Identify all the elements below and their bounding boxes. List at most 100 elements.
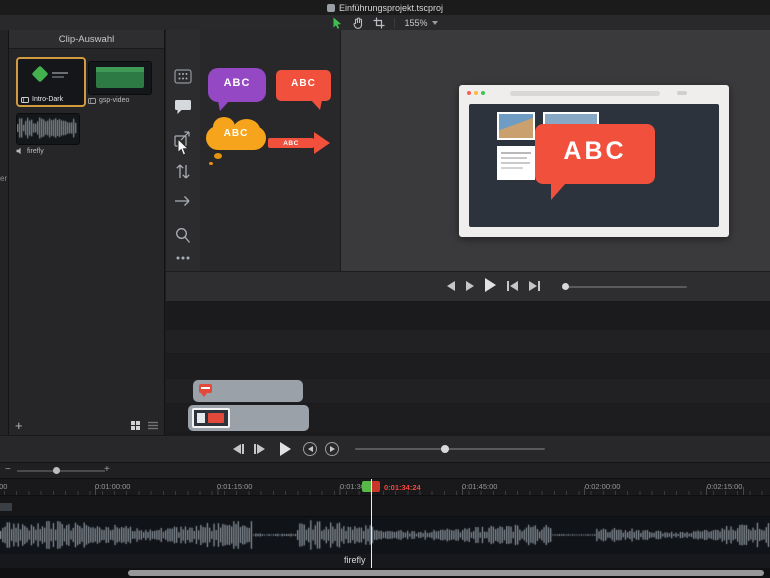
add-media-button[interactable]: + (15, 419, 23, 432)
preview-bubble-text: ABC (563, 137, 627, 165)
crop-tool-button[interactable] (373, 17, 385, 29)
media-panel-header[interactable]: Clip-Auswahl (9, 30, 164, 49)
playhead-line[interactable] (371, 479, 372, 568)
playhead-out-handle[interactable] (371, 481, 380, 492)
tool-media[interactable] (174, 69, 192, 84)
preview-page: ABC (469, 104, 719, 227)
triangle-glyph (257, 444, 265, 454)
media-item-gsp-video[interactable]: gsp-video (88, 61, 152, 104)
firefly-waveform-thumb (17, 114, 77, 142)
media-item-firefly[interactable]: firefly (16, 113, 80, 155)
media-panel: Clip-Auswahl Intro-Dark gsp-video firefl… (9, 30, 165, 435)
callout-red-speech-bubble[interactable]: ABC (276, 70, 331, 110)
zoom-out-button[interactable]: − (5, 464, 11, 475)
clip-callout-icon-tail (201, 393, 207, 400)
timeline-tracks-upper[interactable] (166, 301, 770, 435)
window-title: Einführungsprojekt.tscproj (338, 2, 444, 13)
intro-dark-textline-2 (52, 76, 64, 78)
app-toolbar: 155% (0, 15, 770, 31)
tool-callouts[interactable] (174, 99, 192, 115)
preview-scrubber-handle[interactable] (562, 283, 569, 290)
pan-tool-button[interactable] (352, 16, 364, 29)
callout-purple-speech-bubble[interactable]: ABC (208, 68, 266, 111)
film-icon (88, 97, 96, 104)
collapsed-panel-label: er (0, 174, 8, 183)
canvas-zoom-select[interactable]: 155% (404, 18, 438, 28)
preview-play-button[interactable] (485, 278, 496, 292)
jump-start-button[interactable] (507, 281, 518, 291)
playhead-time-label: 0:01:34:24 (384, 483, 421, 492)
callout-label: ABC (223, 77, 251, 89)
application-window: Einführungsprojekt.tscproj 155% er Clip-… (0, 0, 770, 578)
tool-more[interactable] (176, 256, 190, 260)
tool-behaviors[interactable] (174, 194, 192, 208)
callout-label: ABC (283, 139, 299, 147)
page-card-text (497, 146, 535, 180)
address-bar (510, 90, 660, 96)
timeline-play-button[interactable] (280, 442, 291, 456)
next-frame-button[interactable] (254, 444, 265, 454)
step-forward-button[interactable] (466, 281, 474, 291)
titlebar: Einführungsprojekt.tscproj (0, 0, 770, 16)
prev-frame-button[interactable] (233, 444, 244, 454)
list-view-icon[interactable] (148, 421, 158, 430)
gsp-video-thumbnail (88, 61, 152, 95)
scrollbar-thumb[interactable] (128, 570, 764, 576)
ruler-label: 0:01:15:00 (217, 482, 253, 491)
triangle-glyph (510, 281, 518, 291)
bar-glyph (538, 281, 540, 291)
preview-speech-bubble: ABC (535, 124, 655, 200)
collapsed-panel-strip[interactable]: er (0, 30, 9, 435)
ruler-label: 0:01:45:00 (462, 482, 498, 491)
cursor-tool-button[interactable] (332, 17, 343, 29)
tool-cursor-effects[interactable] (174, 227, 192, 244)
timeline-track-empty[interactable] (0, 495, 770, 516)
timeline-clip-callout[interactable] (193, 380, 303, 402)
bar-glyph (254, 444, 256, 454)
traffic-light-red (467, 91, 471, 95)
timeline-scrubber-handle[interactable] (441, 445, 449, 453)
bubble-tail (311, 100, 322, 110)
zoom-slider-track[interactable] (17, 470, 105, 472)
chevron-down-icon (431, 20, 438, 28)
media-item-intro-dark[interactable]: Intro-Dark (16, 57, 86, 107)
timeline-clip-video[interactable] (188, 405, 309, 431)
jump-end-button[interactable] (529, 281, 540, 291)
callout-thought-cloud[interactable]: ABC (206, 116, 266, 165)
skip-forward-button[interactable] (325, 442, 339, 456)
grid-view-icon[interactable] (131, 420, 140, 430)
callout-arrow-right[interactable]: ABC (268, 132, 332, 154)
zoom-slider-handle[interactable] (53, 467, 60, 474)
media-panel-title: Clip-Auswahl (58, 33, 115, 45)
playhead-in-handle[interactable] (362, 481, 371, 492)
skip-back-button[interactable] (303, 442, 317, 456)
media-item-label: firefly (27, 147, 44, 155)
timeline-scrubber-track[interactable] (355, 448, 545, 450)
preview-scrubber-track[interactable] (565, 286, 687, 288)
ruler-label: 0:01:00:00 (95, 482, 131, 491)
document-icon (326, 3, 335, 12)
triangle-glyph (329, 446, 335, 452)
preview-playback-bar (166, 271, 770, 301)
horizontal-scrollbar[interactable] (0, 568, 770, 578)
callout-label: ABC (291, 78, 316, 89)
tool-transitions[interactable] (174, 163, 192, 180)
step-back-button[interactable] (447, 281, 455, 291)
callout-gallery: ABC ABC ABC ABC (200, 30, 340, 271)
audio-clip-label: firefly (344, 555, 366, 565)
callout-label: ABC (223, 128, 249, 139)
chrome-menu-line (677, 91, 687, 95)
ruler-label: 0:00:45:00 (0, 482, 8, 491)
zoom-in-button[interactable]: + (104, 464, 110, 475)
timeline-ruler[interactable]: 0:00:45:00 0:01:00:00 0:01:15:00 0:01:30… (0, 478, 770, 495)
page-card-photo (497, 112, 535, 140)
browser-chrome (459, 85, 729, 101)
canvas-area[interactable]: ABC (340, 30, 770, 271)
audio-track-firefly[interactable] (0, 516, 770, 554)
video-preview-frame: ABC (459, 85, 729, 237)
clip-callout-icon-line (201, 387, 210, 389)
toolbar-divider (394, 17, 396, 28)
triangle-glyph (529, 281, 537, 291)
clip-video-thumb (192, 408, 230, 428)
mouse-cursor (177, 138, 190, 157)
